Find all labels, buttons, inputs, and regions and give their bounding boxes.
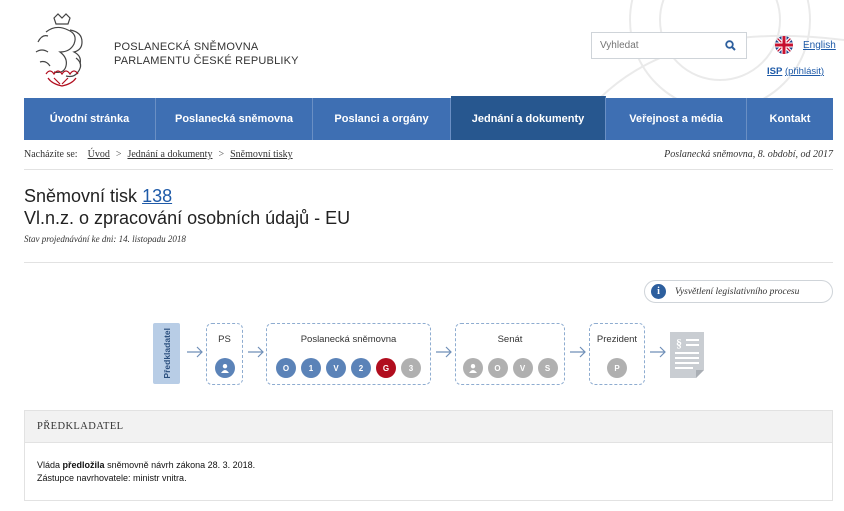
step-circle: V [512, 358, 533, 378]
breadcrumb-label: Nacházíte se: [24, 149, 78, 160]
breadcrumb-item-tisky[interactable]: Sněmovní tisky [230, 149, 293, 160]
page-subtitle: Vl.n.z. o zpracování osobních údajů - EU [24, 208, 351, 228]
stage-prezident: Prezident P [589, 323, 645, 385]
step-circle[interactable]: O [276, 358, 296, 378]
step-circle: O [487, 358, 508, 378]
term-info: Poslanecká sněmovna, 8. období, od 2017 [664, 149, 833, 160]
breadcrumb-separator: > [218, 149, 225, 160]
search-box [591, 32, 747, 59]
step-predlozeni-icon[interactable] [214, 358, 235, 378]
step-circle: S [537, 358, 558, 378]
step-circle-current[interactable]: G [376, 358, 396, 378]
nav-item-poslanci-a-organy[interactable]: Poslanci a orgány [313, 98, 451, 140]
law-document-icon: § [670, 332, 704, 378]
stage-ps: PS [206, 323, 243, 385]
arrow-right-icon [570, 346, 586, 358]
stage-name: PS [218, 334, 231, 345]
stage-poslanecka-snemovna: Poslanecká sněmovna O 1 V 2 G 3 [266, 323, 431, 385]
brand-line-2: PARLAMENTU ČESKÉ REPUBLIKY [114, 55, 299, 67]
step-circle[interactable]: 2 [351, 358, 371, 378]
info-icon: i [651, 284, 666, 299]
submission-text: Vláda předložila sněmovně návrh zákona 2… [37, 459, 820, 472]
english-link[interactable]: English [803, 40, 836, 51]
predkladatel-panel-heading: PŘEDKLADATEL [24, 410, 833, 443]
arrow-right-icon [650, 346, 666, 358]
legislative-process-explanation-button[interactable]: i Vysvětlení legislativního procesu [644, 280, 833, 303]
search-icon[interactable] [720, 36, 740, 56]
divider [24, 262, 833, 263]
predkladatel-panel-body: Vláda předložila sněmovně návrh zákona 2… [24, 443, 833, 501]
page-title-prefix: Sněmovní tisk [24, 186, 138, 206]
step-senat-person-icon [462, 358, 483, 378]
parliament-emblem-icon[interactable] [24, 12, 102, 90]
breadcrumb-item-uvod[interactable]: Úvod [88, 149, 110, 160]
step-circle: 3 [401, 358, 421, 378]
nav-item-poslanecka-snemovna[interactable]: Poslanecká sněmovna [156, 98, 313, 140]
step-circle[interactable]: V [326, 358, 346, 378]
stage-senat: Senát O V S [455, 323, 565, 385]
stage-name: Prezident [596, 334, 638, 345]
nav-item-verejnost-a-media[interactable]: Veřejnost a média [606, 98, 747, 140]
predkladatel-label: Předkladatel [161, 328, 172, 379]
site-header: POSLANECKÁ SNĚMOVNA PARLAMENTU ČESKÉ REP… [0, 0, 844, 98]
explain-label: Vysvětlení legislativního procesu [675, 286, 800, 297]
predkladatel-tab[interactable]: Předkladatel [153, 323, 180, 384]
status-date: Stav projednávání ke dni: 14. listopadu … [24, 234, 186, 244]
isp-link[interactable]: ISP [767, 66, 782, 77]
svg-text:§: § [676, 336, 682, 350]
nav-item-kontakt[interactable]: Kontakt [747, 98, 833, 140]
submission-text-rest: sněmovně návrh zákona 28. 3. 2018. [107, 460, 256, 470]
search-input[interactable] [592, 40, 720, 51]
brand-line-1: POSLANECKÁ SNĚMOVNA [114, 41, 259, 53]
step-circle[interactable]: 1 [301, 358, 321, 378]
page-title: Sněmovní tisk 138 [24, 186, 172, 207]
arrow-right-icon [248, 346, 264, 358]
main-navigation: Úvodní stránka Poslanecká sněmovna Posla… [24, 96, 833, 140]
breadcrumb-separator: > [115, 149, 122, 160]
print-number-link[interactable]: 138 [142, 186, 172, 206]
nav-item-jednani-a-dokumenty[interactable]: Jednání a dokumenty [451, 96, 606, 140]
step-circle: P [607, 358, 627, 378]
isp-login: ISP (přihlásit) [767, 66, 824, 77]
submission-text-bold: předložila [62, 460, 105, 470]
submission-text-prefix: Vláda [37, 460, 61, 470]
uk-flag-icon [775, 36, 793, 54]
arrow-right-icon [436, 346, 452, 358]
representative-text: Zástupce navrhovatele: ministr vnitra. [37, 473, 187, 483]
arrow-right-icon [187, 346, 203, 358]
stage-name: Poslanecká sněmovna [300, 334, 397, 345]
language-switch[interactable]: English [775, 36, 836, 54]
stage-name: Senát [497, 334, 523, 345]
nav-item-uvodni-stranka[interactable]: Úvodní stránka [24, 98, 156, 140]
brand-name[interactable]: POSLANECKÁ SNĚMOVNA PARLAMENTU ČESKÉ REP… [114, 40, 299, 68]
breadcrumb-item-jednani[interactable]: Jednání a dokumenty [127, 149, 212, 160]
login-link[interactable]: (přihlásit) [785, 66, 824, 77]
breadcrumb: Nacházíte se: Úvod > Jednání a dokumenty… [24, 140, 833, 170]
